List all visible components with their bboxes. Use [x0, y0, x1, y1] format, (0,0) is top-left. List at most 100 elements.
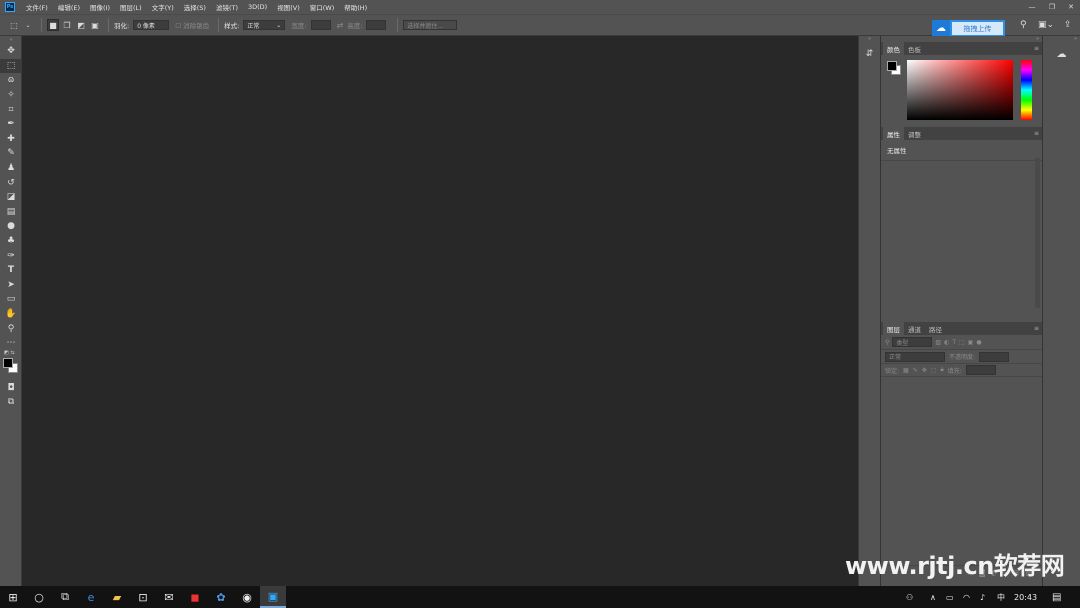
color-swatches[interactable]: ◩ ⇆ — [0, 350, 22, 380]
type-tool-icon[interactable]: T — [0, 263, 22, 278]
lock-transparent-icon[interactable]: ▦ — [903, 367, 909, 374]
crop-tool-icon[interactable]: ⌗ — [0, 102, 22, 117]
intersect-selection-icon[interactable]: ▣ — [89, 19, 101, 31]
minimize-button[interactable]: — — [1023, 0, 1041, 14]
height-input[interactable] — [366, 20, 387, 30]
menu-file[interactable]: 文件(F) — [21, 2, 53, 12]
tab-paths[interactable]: 路径 — [925, 322, 946, 335]
tab-color[interactable]: 颜色 — [883, 42, 904, 55]
opacity-input[interactable] — [979, 351, 1010, 362]
lock-image-icon[interactable]: ✎ — [913, 367, 918, 374]
menu-3d[interactable]: 3D(D) — [243, 3, 272, 11]
subtract-selection-icon[interactable]: ◩ — [75, 19, 87, 31]
start-icon[interactable]: ⊞ — [0, 586, 26, 608]
rectangle-tool-icon[interactable]: ▭ — [0, 292, 22, 307]
swap-icon[interactable]: ⇄ — [337, 21, 344, 30]
panel-menu-icon[interactable]: ≡ — [1034, 45, 1039, 52]
add-to-selection-icon[interactable]: ❐ — [61, 19, 73, 31]
photoshop-taskbar-icon[interactable]: ▣ — [260, 586, 286, 608]
edge-icon[interactable]: e — [78, 586, 104, 608]
canvas-area[interactable] — [23, 36, 858, 586]
store-icon[interactable]: ⊡ — [130, 586, 156, 608]
clock[interactable]: 20:43 — [1014, 586, 1037, 608]
lock-position-icon[interactable]: ✥ — [922, 367, 927, 374]
panel-menu-icon[interactable]: ≡ — [1034, 325, 1039, 332]
eyedropper-tool-icon[interactable]: ✒ — [0, 117, 22, 132]
style-select[interactable]: 正常 ⌄ — [243, 20, 286, 30]
foreground-color-swatch[interactable] — [3, 358, 13, 369]
app-blue-icon[interactable]: ✿ — [208, 586, 234, 608]
people-icon[interactable]: ⚇ — [906, 586, 913, 608]
feather-input[interactable]: 0 像素 — [133, 20, 170, 30]
lock-artboard-icon[interactable]: ⬚ — [931, 367, 937, 374]
screen-mode-icon[interactable]: ⧉ — [0, 395, 22, 410]
hue-slider[interactable] — [1021, 60, 1032, 120]
tab-adjustments[interactable]: 调整 — [904, 127, 925, 140]
magic-wand-tool-icon[interactable]: ✧ — [0, 88, 22, 103]
menu-help[interactable]: 帮助(H) — [339, 2, 372, 12]
wifi-icon[interactable]: ◠ — [963, 586, 970, 608]
marquee-tool-icon[interactable]: ⬚ — [0, 58, 22, 74]
tab-swatches[interactable]: 色板 — [904, 42, 925, 55]
panel-menu-icon[interactable]: ≡ — [1034, 130, 1039, 137]
foreground-color-swatch[interactable] — [887, 61, 897, 71]
quick-mask-icon[interactable]: ◘ — [0, 380, 22, 395]
hand-tool-icon[interactable]: ✋ — [0, 307, 22, 322]
lock-all-icon[interactable]: 🔒︎ — [940, 366, 943, 374]
task-view-icon[interactable]: ⧉ — [52, 586, 78, 608]
healing-brush-tool-icon[interactable]: ✚ — [0, 132, 22, 147]
menu-edit[interactable]: 编辑(E) — [53, 2, 85, 12]
history-brush-tool-icon[interactable]: ↺ — [0, 175, 22, 190]
ime-indicator[interactable]: 中 — [997, 586, 1005, 608]
menu-layer[interactable]: 图层(L) — [115, 2, 147, 12]
chevron-up-icon[interactable]: ∧ — [930, 586, 936, 608]
select-and-mask-button[interactable]: 选择并遮住... — [403, 20, 458, 30]
libraries-icon[interactable]: ☁ — [1043, 44, 1080, 64]
chevron-down-icon[interactable]: ⌄ — [22, 19, 34, 31]
color-field[interactable] — [907, 60, 1013, 120]
fill-input[interactable] — [965, 365, 996, 375]
collapse-icon[interactable]: » — [0, 36, 22, 44]
gradient-tool-icon[interactable]: ▤ — [0, 205, 22, 220]
move-tool-icon[interactable]: ✥ — [0, 44, 22, 59]
filter-toggle-icon[interactable]: ● — [976, 339, 981, 346]
default-colors-icon[interactable]: ◩ ⇆ — [4, 350, 15, 356]
file-explorer-icon[interactable]: ▰ — [104, 586, 130, 608]
notification-icon[interactable]: ▤ — [1052, 586, 1061, 608]
path-selection-tool-icon[interactable]: ➤ — [0, 278, 22, 293]
pen-tool-icon[interactable]: ✑ — [0, 248, 22, 263]
layer-kind-select[interactable]: 类型 — [892, 337, 933, 347]
battery-icon[interactable]: ▭ — [946, 586, 954, 608]
menu-window[interactable]: 窗口(W) — [305, 2, 340, 12]
tab-layers[interactable]: 图层 — [883, 322, 904, 335]
clone-stamp-tool-icon[interactable]: ♟ — [0, 161, 22, 176]
collapse-icon[interactable]: » — [1043, 36, 1080, 44]
volume-icon[interactable]: ♪ — [980, 586, 985, 608]
brush-tool-icon[interactable]: ✎ — [0, 146, 22, 161]
marquee-preset-icon[interactable]: ⬚ — [8, 19, 20, 31]
menu-view[interactable]: 视图(V) — [272, 2, 305, 12]
share-icon[interactable]: ⇪ — [1064, 14, 1072, 36]
browser-icon[interactable]: ◉ — [234, 586, 260, 608]
type-filter-icon[interactable]: T — [952, 339, 956, 346]
drag-upload-button[interactable]: ☁ 拖拽上传 — [932, 20, 1005, 37]
menu-filter[interactable]: 滤镜(T) — [211, 2, 243, 12]
menu-type[interactable]: 文字(Y) — [147, 2, 179, 12]
menu-image[interactable]: 图像(I) — [85, 2, 115, 12]
blend-mode-select[interactable]: 正常 — [885, 351, 945, 362]
antialias-checkbox[interactable]: ☐ 消除锯齿 — [175, 20, 209, 30]
zoom-tool-icon[interactable]: ⚲ — [0, 321, 22, 336]
collapse-icon[interactable]: « — [859, 36, 880, 44]
close-button[interactable]: ✕ — [1062, 0, 1080, 14]
history-panel-icon[interactable]: ⇵ — [859, 44, 880, 64]
blur-tool-icon[interactable]: ● — [0, 219, 22, 234]
restore-button[interactable]: ❐ — [1043, 0, 1061, 14]
lasso-tool-icon[interactable]: ɷ — [0, 73, 22, 88]
workspace-icon[interactable]: ▣⌄ — [1038, 14, 1054, 36]
app-red-icon[interactable]: ◼ — [182, 586, 208, 608]
search-circle-icon[interactable]: ○ — [26, 586, 52, 608]
more-tools-icon[interactable]: ⋯ — [0, 336, 22, 351]
tab-channels[interactable]: 通道 — [904, 322, 925, 335]
menu-select[interactable]: 选择(S) — [179, 2, 211, 12]
adjustment-filter-icon[interactable]: ◐ — [944, 339, 949, 346]
